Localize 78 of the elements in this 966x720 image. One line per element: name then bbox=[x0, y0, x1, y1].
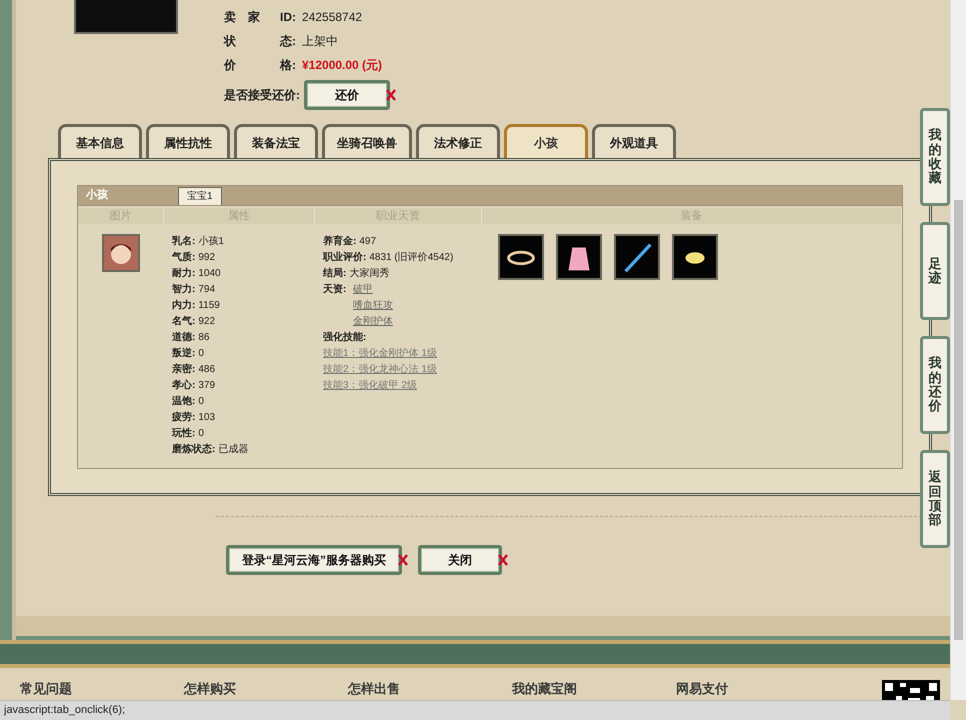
attribute-label: 道德: bbox=[172, 330, 196, 345]
footer-heading: 我的藏宝阁 bbox=[512, 680, 578, 699]
attribute-label: 疲劳: bbox=[172, 410, 196, 425]
field-label: 卖 家 bbox=[224, 9, 261, 26]
attribute-value: 486 bbox=[198, 363, 216, 377]
side-nav-button[interactable]: 足迹 bbox=[920, 222, 950, 320]
item-thumbnail[interactable] bbox=[498, 234, 544, 280]
career-label: 养育金: bbox=[323, 234, 356, 249]
attribute-value: 379 bbox=[198, 379, 216, 393]
tab[interactable]: 基本信息 bbox=[58, 124, 142, 158]
buy-button[interactable]: 登录“星河云海”服务器购买 bbox=[226, 545, 402, 575]
side-nav-button[interactable]: 我的收藏 bbox=[920, 108, 950, 206]
attribute-label: 名气: bbox=[172, 314, 196, 329]
footer-heading: 网易支付 bbox=[676, 681, 729, 699]
attribute-label: 乳名: bbox=[172, 234, 196, 249]
status-value: 上架中 bbox=[302, 33, 338, 50]
attribute-label: 磨炼状态: bbox=[172, 442, 216, 457]
field-label: 格: bbox=[280, 57, 297, 74]
x-mark-icon bbox=[386, 89, 396, 101]
tab[interactable]: 法术修正 bbox=[416, 124, 500, 158]
bargain-button[interactable]: 还价 bbox=[304, 80, 390, 110]
attribute-value: 794 bbox=[198, 283, 216, 297]
footer-heading: 怎样购买 bbox=[184, 681, 237, 699]
field-label: 价 bbox=[224, 57, 237, 74]
tab[interactable]: 外观道具 bbox=[592, 124, 676, 158]
attribute-value: 已成器 bbox=[218, 442, 248, 457]
attribute-value: 103 bbox=[198, 411, 216, 425]
attribute-value: 0 bbox=[198, 395, 204, 409]
talent-link[interactable]: 金刚护体 bbox=[353, 314, 393, 330]
field-label: 态: bbox=[280, 33, 297, 50]
x-mark-icon bbox=[498, 554, 508, 566]
career-label: 结局: bbox=[323, 266, 346, 281]
price-value: ¥12000.00 (元) bbox=[302, 57, 382, 74]
attribute-label: 孝心: bbox=[172, 378, 196, 393]
sub-tab[interactable]: 宝宝1 bbox=[178, 187, 222, 205]
item-thumbnail[interactable] bbox=[614, 234, 660, 280]
career-value: 497 bbox=[359, 235, 376, 249]
attribute-value: 小孩1 bbox=[198, 234, 224, 249]
career-value: 大家闺秀 bbox=[349, 266, 390, 281]
attribute-label: 叛逆: bbox=[172, 346, 196, 361]
attribute-label: 耐力: bbox=[172, 266, 196, 281]
attribute-label: 玩性: bbox=[172, 426, 196, 441]
field-label: ID: bbox=[280, 9, 297, 26]
close-button[interactable]: 关闭 bbox=[418, 545, 502, 575]
field-label: 状 bbox=[224, 33, 237, 50]
career-label: 职业评价: bbox=[323, 250, 366, 265]
attribute-label: 气质: bbox=[172, 250, 196, 265]
footer-heading: 常见问题 bbox=[20, 681, 73, 699]
attribute-value: 992 bbox=[198, 251, 216, 265]
x-mark-icon bbox=[398, 554, 408, 566]
tab[interactable]: 坐骑召唤兽 bbox=[322, 124, 412, 158]
talent-label: 天资: bbox=[323, 282, 348, 297]
field-label: 是否接受还价: bbox=[224, 87, 300, 104]
attribute-label: 亲密: bbox=[172, 362, 196, 377]
tab[interactable]: 属性抗性 bbox=[146, 124, 230, 158]
tab[interactable]: 小孩 bbox=[504, 124, 588, 158]
career-value: 4831 (旧评价4542) bbox=[369, 250, 454, 265]
side-nav-button[interactable]: 返回顶部 bbox=[920, 450, 950, 548]
attribute-label: 温饱: bbox=[172, 394, 196, 409]
panel-title: 小孩 bbox=[84, 188, 109, 204]
talent-link[interactable]: 破甲 bbox=[353, 282, 373, 298]
attribute-value: 922 bbox=[198, 315, 216, 329]
skills-label: 强化技能: bbox=[323, 330, 368, 345]
attribute-value: 0 bbox=[198, 427, 204, 441]
attribute-value: 86 bbox=[198, 331, 210, 345]
talent-link[interactable]: 嗜血狂攻 bbox=[353, 298, 393, 314]
attribute-label: 内力: bbox=[172, 298, 196, 313]
footer-heading: 怎样出售 bbox=[348, 681, 401, 699]
seller-id: 242558742 bbox=[302, 9, 362, 26]
attribute-value: 1040 bbox=[198, 267, 221, 281]
status-bar: javascript:tab_onclick(6); bbox=[0, 700, 950, 720]
tab[interactable]: 装备法宝 bbox=[234, 124, 318, 158]
item-thumbnail[interactable] bbox=[672, 234, 718, 280]
attribute-value: 0 bbox=[198, 347, 204, 361]
item-thumbnail[interactable] bbox=[556, 234, 602, 280]
attribute-value: 1159 bbox=[198, 299, 220, 313]
side-nav-button[interactable]: 我的还价 bbox=[920, 336, 950, 434]
attribute-label: 智力: bbox=[172, 282, 196, 297]
